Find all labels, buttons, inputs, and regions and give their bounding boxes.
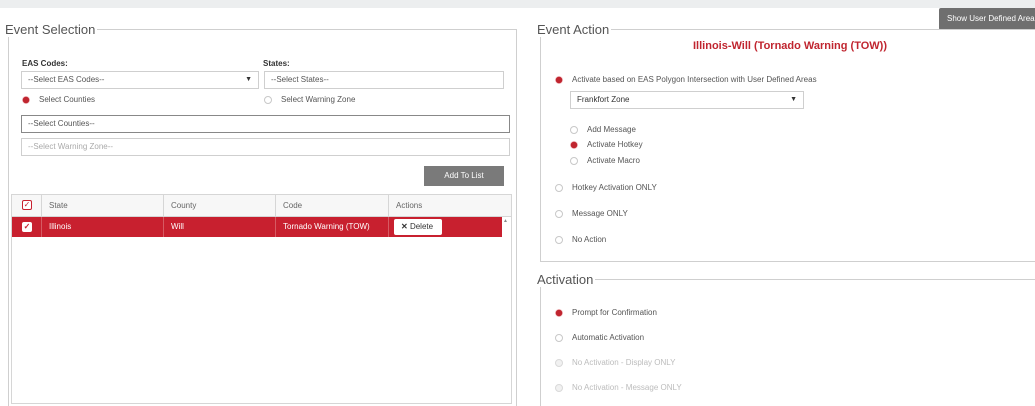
delete-button[interactable]: ✕ Delete <box>394 219 442 235</box>
eas-codes-value: --Select EAS Codes-- <box>28 75 105 84</box>
event-selection-legend: Event Selection <box>5 22 96 37</box>
warning-zone-select[interactable]: --Select Warning Zone-- <box>21 138 510 156</box>
radio-unselected-icon <box>555 183 563 192</box>
top-bar <box>0 0 1035 8</box>
radio-unselected-icon <box>264 95 272 104</box>
eas-codes-select[interactable]: --Select EAS Codes-- ▼ <box>21 71 259 89</box>
radio-hotkey-only[interactable]: Hotkey Activation ONLY <box>555 183 657 192</box>
radio-unselected-icon <box>570 125 578 134</box>
radio-no-activation-display-label: No Activation - Display ONLY <box>572 358 676 367</box>
add-to-list-button[interactable]: Add To List <box>424 166 504 186</box>
radio-select-warning-zone-label: Select Warning Zone <box>281 95 356 104</box>
scroll-up-icon[interactable]: ▲ <box>503 218 508 224</box>
radio-selected-icon <box>22 95 30 104</box>
radio-polygon-intersection[interactable]: Activate based on EAS Polygon Intersecti… <box>555 75 817 84</box>
radio-selected-icon <box>555 308 563 317</box>
col-actions: Actions <box>396 201 423 210</box>
col-county[interactable]: County <box>164 195 276 217</box>
col-code[interactable]: Code <box>276 195 389 217</box>
radio-selected-icon <box>555 75 563 84</box>
radio-select-counties-label: Select Counties <box>39 95 96 104</box>
radio-activate-macro[interactable]: Activate Macro <box>570 156 640 165</box>
row-check-cell: ✓ <box>12 217 42 237</box>
table-header: ✓ State County Code Actions <box>12 195 511 217</box>
radio-disabled-icon <box>555 383 563 392</box>
states-select[interactable]: --Select States-- <box>264 71 504 89</box>
delete-label: Delete <box>409 222 434 231</box>
radio-activate-hotkey-label: Activate Hotkey <box>587 140 643 149</box>
radio-prompt-confirmation[interactable]: Prompt for Confirmation <box>555 308 657 317</box>
chevron-down-icon: ▼ <box>790 96 797 103</box>
radio-message-only-label: Message ONLY <box>572 209 628 218</box>
radio-no-activation-message-label: No Activation - Message ONLY <box>572 383 682 392</box>
event-title: Illinois-Will (Tornado Warning (TOW)) <box>693 40 887 52</box>
zone-value: Frankfort Zone <box>577 95 630 104</box>
cell-code: Tornado Warning (TOW) <box>276 217 389 237</box>
cell-county: Will <box>164 217 276 237</box>
zone-select[interactable]: Frankfort Zone ▼ <box>570 91 804 109</box>
radio-unselected-icon <box>555 235 563 244</box>
radio-disabled-icon <box>555 358 563 367</box>
select-all-cell: ✓ <box>12 195 42 217</box>
radio-prompt-confirmation-label: Prompt for Confirmation <box>572 308 657 317</box>
radio-message-only[interactable]: Message ONLY <box>555 209 628 218</box>
table-row[interactable]: ✓ Illinois Will Tornado Warning (TOW) ✕ … <box>12 217 502 237</box>
radio-selected-icon <box>570 140 578 149</box>
close-icon: ✕ <box>401 222 408 231</box>
states-label: States: <box>263 59 290 68</box>
event-table: ✓ State County Code Actions ✓ Illinois W… <box>11 194 512 404</box>
radio-automatic-activation[interactable]: Automatic Activation <box>555 333 644 342</box>
event-action-legend: Event Action <box>537 22 610 37</box>
radio-add-message-label: Add Message <box>587 125 636 134</box>
radio-select-warning-zone[interactable]: Select Warning Zone <box>264 95 355 104</box>
checkbox-icon[interactable]: ✓ <box>22 222 32 232</box>
counties-value: --Select Counties-- <box>28 119 95 128</box>
cell-state: Illinois <box>42 217 164 237</box>
radio-select-counties[interactable]: Select Counties <box>22 95 95 104</box>
radio-no-action[interactable]: No Action <box>555 235 606 244</box>
radio-unselected-icon <box>555 333 563 342</box>
radio-no-action-label: No Action <box>572 235 607 244</box>
radio-activate-macro-label: Activate Macro <box>587 156 640 165</box>
radio-automatic-activation-label: Automatic Activation <box>572 333 645 342</box>
radio-no-activation-message: No Activation - Message ONLY <box>555 383 682 392</box>
warning-zone-value: --Select Warning Zone-- <box>28 142 114 151</box>
states-value: --Select States-- <box>271 75 329 84</box>
counties-select[interactable]: --Select Counties-- <box>21 115 510 133</box>
checkbox-icon[interactable]: ✓ <box>22 200 32 210</box>
radio-hotkey-only-label: Hotkey Activation ONLY <box>572 183 657 192</box>
radio-no-activation-display: No Activation - Display ONLY <box>555 358 675 367</box>
activation-legend: Activation <box>537 272 594 287</box>
chevron-down-icon: ▼ <box>245 76 252 83</box>
radio-activate-hotkey[interactable]: Activate Hotkey <box>570 140 643 149</box>
radio-unselected-icon <box>555 209 563 218</box>
col-state[interactable]: State <box>42 195 164 217</box>
radio-add-message[interactable]: Add Message <box>570 125 636 134</box>
eas-codes-label: EAS Codes: <box>22 59 68 68</box>
radio-unselected-icon <box>570 156 578 165</box>
radio-polygon-intersection-label: Activate based on EAS Polygon Intersecti… <box>572 75 817 84</box>
